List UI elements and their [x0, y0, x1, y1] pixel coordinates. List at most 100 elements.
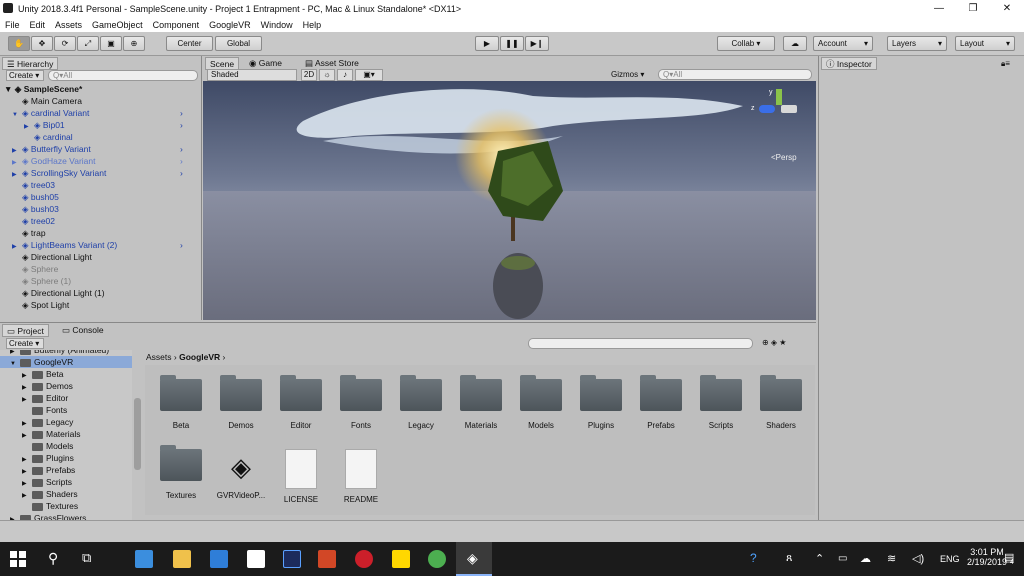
- chevron-right-icon[interactable]: ›: [180, 155, 183, 167]
- lighting-icon[interactable]: ☼: [319, 69, 335, 81]
- notepad-icon[interactable]: [247, 550, 265, 568]
- wifi-icon[interactable]: ≋: [887, 552, 896, 565]
- hierarchy-item[interactable]: ◈ Main Camera: [12, 95, 82, 107]
- hierarchy-item[interactable]: ◈ bush05: [12, 191, 59, 203]
- chevron-right-icon[interactable]: ›: [180, 239, 183, 251]
- hierarchy-item[interactable]: ▶ ◈ ScrollingSky Variant ›: [12, 167, 183, 179]
- project-tree-item[interactable]: ▼ GoogleVR: [0, 356, 132, 368]
- asset-item[interactable]: Textures: [151, 445, 211, 500]
- asset-item[interactable]: Shaders: [751, 375, 811, 430]
- scale-tool-icon[interactable]: ⤢: [77, 36, 99, 51]
- chevron-right-icon[interactable]: ›: [180, 107, 183, 119]
- chrome-icon[interactable]: [428, 550, 446, 568]
- project-tree-item[interactable]: ▶ Plugins: [22, 452, 74, 464]
- pivot-global-button[interactable]: Global: [215, 36, 262, 51]
- project-tree-item[interactable]: ▶ Editor: [22, 392, 68, 404]
- project-tree-item[interactable]: ▶ Shaders: [22, 488, 78, 500]
- tab-hierarchy[interactable]: ☰ Hierarchy: [2, 57, 59, 70]
- language-indicator[interactable]: ENG: [940, 554, 960, 564]
- projection-label[interactable]: <Persp: [771, 153, 797, 162]
- windows-start-icon[interactable]: [10, 551, 26, 567]
- filter-icons[interactable]: ⊕ ◈ ★: [762, 338, 812, 349]
- play-icon[interactable]: ▶: [475, 36, 499, 51]
- audio-icon[interactable]: ♪: [337, 69, 353, 81]
- hierarchy-search-input[interactable]: Q▾All: [48, 70, 198, 81]
- cloud-icon[interactable]: ☁: [783, 36, 807, 51]
- scene-root[interactable]: ▼ ◈ SampleScene*: [4, 83, 82, 95]
- x-axis-handle[interactable]: [781, 105, 797, 113]
- store-icon[interactable]: [210, 550, 228, 568]
- y-axis-handle[interactable]: [776, 89, 782, 105]
- project-tree-item[interactable]: ▶ Scripts: [22, 476, 72, 488]
- project-create-button[interactable]: Create ▾: [6, 338, 44, 349]
- asset-item[interactable]: Legacy: [391, 375, 451, 430]
- account-dropdown[interactable]: Account ▾: [813, 36, 873, 51]
- scene-gizmo[interactable]: y z: [751, 89, 799, 129]
- asset-item[interactable]: Prefabs: [631, 375, 691, 430]
- asset-item[interactable]: Demos: [211, 375, 271, 430]
- hierarchy-item[interactable]: ◈ tree02: [12, 215, 55, 227]
- help-icon[interactable]: ?: [750, 551, 757, 565]
- scene-viewport[interactable]: y z <Persp: [203, 81, 816, 320]
- hierarchy-item[interactable]: ◈ trap: [12, 227, 46, 239]
- expand-arrow-icon[interactable]: ▼: [12, 109, 22, 121]
- file-explorer-icon[interactable]: [173, 550, 191, 568]
- tree-scrollbar[interactable]: [134, 398, 141, 470]
- unity-taskbar-item[interactable]: ◈: [456, 542, 492, 576]
- menu-gameobject[interactable]: GameObject: [87, 20, 148, 30]
- task-view-icon[interactable]: ⧉: [82, 550, 91, 566]
- pivot-center-button[interactable]: Center: [166, 36, 213, 51]
- shading-mode-dropdown[interactable]: Shaded: [207, 69, 297, 81]
- sticky-notes-icon[interactable]: [392, 550, 410, 568]
- project-tree-item[interactable]: Models: [22, 440, 73, 452]
- hierarchy-item[interactable]: ◈ tree03: [12, 179, 55, 191]
- tab-inspector[interactable]: ⓘ Inspector: [821, 57, 877, 70]
- chevron-right-icon[interactable]: ›: [180, 167, 183, 179]
- asset-item[interactable]: Beta: [151, 375, 211, 430]
- menu-window[interactable]: Window: [256, 20, 298, 30]
- asset-item[interactable]: Editor: [271, 375, 331, 430]
- volume-icon[interactable]: ◁): [912, 552, 924, 565]
- menu-component[interactable]: Component: [148, 20, 205, 30]
- collab-button[interactable]: Collab ▾: [717, 36, 775, 51]
- layout-dropdown[interactable]: Layout ▾: [955, 36, 1015, 51]
- maximize-button[interactable]: ❐: [956, 0, 990, 17]
- scene-search-input[interactable]: Q▾All: [658, 69, 812, 80]
- close-button[interactable]: ✕: [990, 0, 1024, 17]
- project-tree-item[interactable]: ▶ Materials: [22, 428, 80, 440]
- chevron-right-icon[interactable]: ›: [180, 143, 183, 155]
- powerpoint-icon[interactable]: [318, 550, 336, 568]
- menu-help[interactable]: Help: [298, 20, 327, 30]
- photoshop-icon[interactable]: [283, 550, 301, 568]
- hierarchy-item[interactable]: ◈ Sphere (1): [12, 275, 71, 287]
- asset-item[interactable]: ◈ GVRVideoP...: [211, 449, 271, 500]
- menu-googlevr[interactable]: GoogleVR: [204, 20, 256, 30]
- expand-arrow-icon[interactable]: ▼: [10, 358, 20, 370]
- search-icon[interactable]: ⚲: [48, 550, 58, 567]
- asset-item[interactable]: Materials: [451, 375, 511, 430]
- pause-icon[interactable]: ❚❚: [500, 36, 524, 51]
- hierarchy-item[interactable]: ◈ Spot Light: [12, 299, 69, 311]
- project-tree-item[interactable]: Fonts: [22, 404, 67, 416]
- dropbox-icon[interactable]: [135, 550, 153, 568]
- asset-item[interactable]: LICENSE: [271, 449, 331, 504]
- opera-icon[interactable]: [355, 550, 373, 568]
- effects-icon[interactable]: ▣▾: [355, 69, 383, 81]
- asset-item[interactable]: Fonts: [331, 375, 391, 430]
- people-icon[interactable]: ጸ: [786, 552, 792, 565]
- 2d-toggle[interactable]: 2D: [301, 69, 317, 81]
- project-tree-item[interactable]: ▶ Legacy: [22, 416, 73, 428]
- breadcrumb-googlevr[interactable]: GoogleVR: [179, 352, 220, 362]
- z-axis-handle[interactable]: [759, 105, 775, 113]
- tab-project[interactable]: ▭ Project: [2, 324, 49, 337]
- asset-item[interactable]: Plugins: [571, 375, 631, 430]
- move-tool-icon[interactable]: ✥: [31, 36, 53, 51]
- hierarchy-item[interactable]: ◈ bush03: [12, 203, 59, 215]
- menu-edit[interactable]: Edit: [25, 20, 51, 30]
- rect-tool-icon[interactable]: ▣: [100, 36, 122, 51]
- project-tree-item[interactable]: ▶ Prefabs: [22, 464, 75, 476]
- hierarchy-item[interactable]: ▶ ◈ GodHaze Variant ›: [12, 155, 183, 167]
- chevron-right-icon[interactable]: ›: [180, 119, 183, 131]
- minimize-button[interactable]: —: [922, 0, 956, 17]
- menu-file[interactable]: File: [0, 20, 25, 30]
